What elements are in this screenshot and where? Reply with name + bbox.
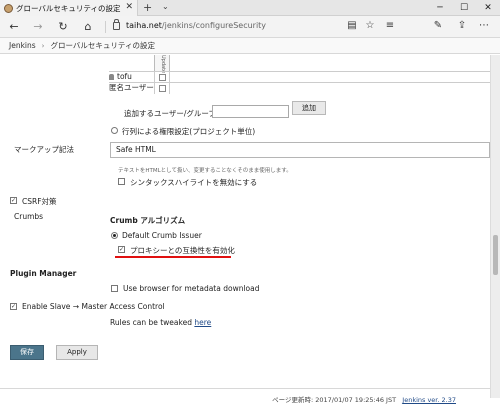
crumb-algorithm-label: Crumb アルゴリズム bbox=[110, 216, 186, 225]
breadcrumb-current[interactable]: グローバルセキュリティの設定 bbox=[50, 40, 154, 51]
csrf-label: CSRF対策 bbox=[22, 197, 57, 206]
favorite-star-icon[interactable]: ☆ bbox=[364, 20, 376, 31]
proxy-compat-label: プロキシーとの互換性を有効化 bbox=[130, 246, 235, 255]
apply-button[interactable]: Apply bbox=[56, 345, 98, 360]
favorites-hub-icon[interactable]: ≡ bbox=[384, 20, 396, 31]
matrix-checkbox[interactable] bbox=[159, 85, 166, 92]
plugin-manager-title: Plugin Manager bbox=[10, 269, 77, 278]
matrix-row-name: 匿名ユーザー bbox=[109, 83, 154, 92]
markup-label: マークアップ記法 bbox=[14, 145, 74, 154]
url-host: taiha.net bbox=[126, 21, 162, 30]
tab-close-icon[interactable]: ✕ bbox=[125, 2, 133, 12]
footer-updated: ページ更新時: 2017/01/07 19:25:46 JST bbox=[272, 396, 397, 404]
window-close-icon[interactable]: ✕ bbox=[476, 0, 500, 16]
page-footer: ページ更新時: 2017/01/07 19:25:46 JST Jenkins … bbox=[0, 388, 490, 406]
main-content: Update tofu 匿名ユーザー 追加するユーザー/グループ: 追加 行列に… bbox=[0, 55, 490, 398]
footer-text: ページ更新時: 2017/01/07 19:25:46 JST Jenkins … bbox=[272, 394, 456, 404]
save-button[interactable]: 保存 bbox=[10, 345, 44, 360]
browser-tab[interactable]: グローバルセキュリティの設定 ✕ bbox=[0, 0, 138, 16]
project-matrix-radio[interactable] bbox=[111, 127, 118, 134]
reading-view-icon[interactable]: ▤ bbox=[346, 20, 358, 31]
window-maximize-icon[interactable]: ☐ bbox=[452, 0, 476, 16]
default-crumb-issuer-radio[interactable] bbox=[111, 232, 118, 239]
matrix-column-header: Update bbox=[154, 55, 170, 73]
tab-title: グローバルセキュリティの設定 bbox=[16, 3, 121, 13]
slave-master-checkbox[interactable]: ✓ bbox=[10, 303, 17, 310]
new-tab-icon[interactable]: + bbox=[143, 1, 152, 14]
add-user-input[interactable] bbox=[212, 105, 289, 118]
permission-matrix: Update tofu 匿名ユーザー bbox=[109, 55, 490, 94]
markup-select[interactable]: Safe HTML bbox=[110, 142, 490, 158]
proxy-compat-checkbox[interactable]: ✓ bbox=[118, 246, 125, 253]
nav-separator bbox=[105, 21, 106, 33]
breadcrumb: Jenkins › グローバルセキュリティの設定 bbox=[0, 38, 500, 54]
syntax-highlight-checkbox[interactable] bbox=[118, 178, 125, 185]
matrix-row: 匿名ユーザー bbox=[109, 82, 490, 94]
rules-link[interactable]: here bbox=[194, 318, 211, 327]
matrix-checkbox[interactable] bbox=[159, 74, 166, 81]
crumbs-label: Crumbs bbox=[14, 212, 44, 221]
url-path: /jenkins/configureSecurity bbox=[161, 21, 267, 30]
refresh-icon[interactable]: ↻ bbox=[56, 20, 70, 34]
project-matrix-label: 行列による権限設定(プロジェクト単位) bbox=[122, 127, 256, 136]
notes-icon[interactable]: ✎ bbox=[432, 20, 444, 31]
metadata-download-checkbox[interactable] bbox=[111, 285, 118, 292]
jenkins-favicon-icon bbox=[4, 3, 13, 13]
jenkins-version-link[interactable]: Jenkins ver. 2.37 bbox=[402, 396, 456, 404]
rules-text: Rules can be tweaked here bbox=[110, 318, 211, 327]
window-minimize-icon[interactable]: ─ bbox=[428, 0, 452, 16]
forward-icon[interactable]: → bbox=[31, 20, 45, 34]
lock-icon[interactable] bbox=[113, 19, 120, 30]
metadata-download-label: Use browser for metadata download bbox=[123, 284, 260, 293]
matrix-row: tofu bbox=[109, 71, 490, 83]
add-user-button[interactable]: 追加 bbox=[292, 101, 326, 115]
syntax-highlight-label: シンタックスハイライトを無効にする bbox=[130, 178, 258, 187]
markup-help-text: テキストをHTMLとして扱い、変更することなくそのまま使用します。 bbox=[118, 168, 292, 174]
user-icon bbox=[109, 74, 114, 80]
back-icon[interactable]: ← bbox=[7, 20, 21, 34]
browser-nav-bar: ← → ↻ ⌂ taiha.net/jenkins/configureSecur… bbox=[0, 16, 500, 38]
breadcrumb-separator: › bbox=[41, 41, 45, 50]
more-icon[interactable]: ⋯ bbox=[478, 20, 490, 31]
home-icon[interactable]: ⌂ bbox=[81, 20, 95, 34]
share-icon[interactable]: ⇪ bbox=[456, 20, 468, 31]
address-bar[interactable]: taiha.net/jenkins/configureSecurity bbox=[126, 21, 266, 30]
add-user-label: 追加するユーザー/グループ: bbox=[124, 109, 219, 118]
slave-master-label: Enable Slave → Master Access Control bbox=[22, 302, 165, 311]
default-crumb-issuer-label: Default Crumb Issuer bbox=[122, 231, 202, 240]
browser-title-bar: グローバルセキュリティの設定 ✕ + ⌄ ─ ☐ ✕ bbox=[0, 0, 500, 16]
page-scrollbar[interactable] bbox=[490, 55, 500, 398]
highlight-underline bbox=[115, 256, 231, 258]
matrix-row-name: tofu bbox=[117, 72, 132, 81]
rules-text-prefix: Rules can be tweaked bbox=[110, 318, 192, 327]
tab-preview-dropdown-icon[interactable]: ⌄ bbox=[162, 2, 169, 11]
breadcrumb-root[interactable]: Jenkins bbox=[9, 41, 36, 50]
csrf-checkbox[interactable]: ✓ bbox=[10, 197, 17, 204]
scrollbar-thumb[interactable] bbox=[493, 235, 498, 275]
